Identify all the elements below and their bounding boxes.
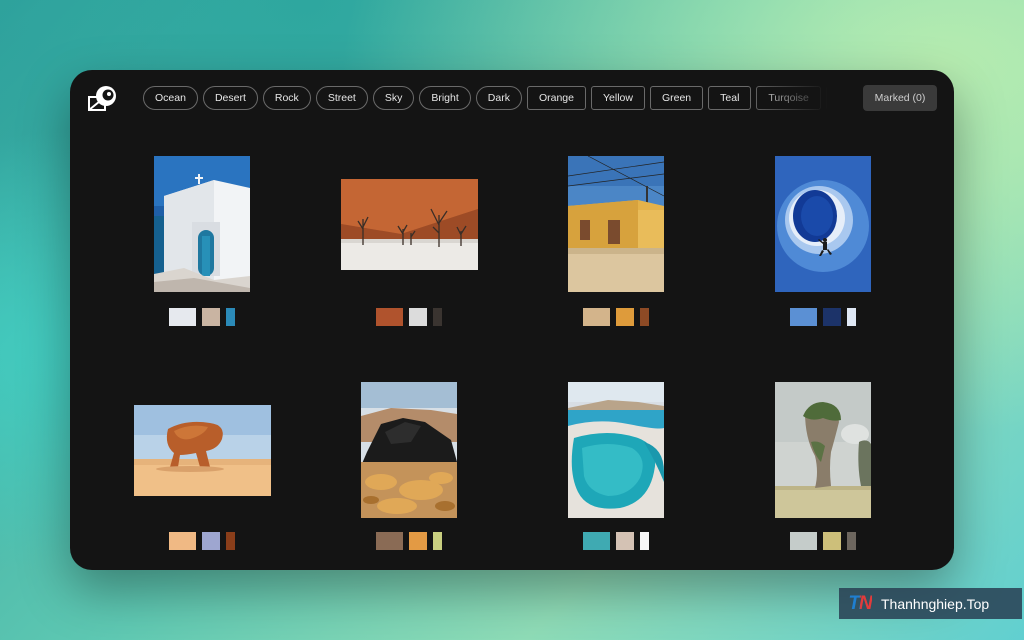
- color-palette: [583, 308, 649, 326]
- color-swatch[interactable]: [640, 532, 649, 550]
- color-palette: [169, 532, 235, 550]
- color-swatch[interactable]: [169, 532, 196, 550]
- tag-bright[interactable]: Bright: [419, 86, 471, 110]
- color-swatch[interactable]: [376, 308, 403, 326]
- tag-orange[interactable]: Orange: [526, 86, 586, 110]
- color-swatch[interactable]: [226, 532, 235, 550]
- marked-button[interactable]: Marked (0): [863, 85, 937, 111]
- toolbar: Ocean Desert Rock Street Sky Bright Dark Orange…: [70, 70, 954, 126]
- tag-green[interactable]: Green: [649, 86, 704, 110]
- photo-thumbnail[interactable]: [568, 382, 664, 518]
- color-palette: [790, 308, 856, 326]
- tag-sky[interactable]: Sky: [372, 86, 415, 110]
- color-swatch[interactable]: [790, 308, 817, 326]
- color-swatch[interactable]: [409, 308, 427, 326]
- color-palette: [790, 532, 856, 550]
- tag-blue[interactable]: Blue: [825, 86, 829, 110]
- watermark-logo: TN: [839, 588, 881, 619]
- photo-thumbnail[interactable]: [361, 382, 457, 518]
- color-swatch[interactable]: [409, 532, 427, 550]
- photo-thumbnail[interactable]: [775, 382, 871, 518]
- tag-yellow[interactable]: Yellow: [590, 86, 645, 110]
- tag-teal[interactable]: Teal: [708, 86, 752, 110]
- color-swatch[interactable]: [790, 532, 817, 550]
- color-swatch[interactable]: [376, 532, 403, 550]
- photo-thumbnail[interactable]: [568, 156, 664, 292]
- camera-lens-logo-icon[interactable]: [88, 84, 118, 112]
- color-swatch[interactable]: [616, 308, 634, 326]
- tag-filter-bar: Ocean Desert Rock Street Sky Bright Dark Orange…: [143, 86, 829, 112]
- color-swatch[interactable]: [616, 532, 634, 550]
- tag-rock[interactable]: Rock: [262, 86, 311, 110]
- tag-street[interactable]: Street: [315, 86, 368, 110]
- photo-thumbnail[interactable]: [154, 156, 250, 292]
- color-swatch[interactable]: [583, 308, 610, 326]
- tag-dark[interactable]: Dark: [475, 86, 522, 110]
- color-swatch[interactable]: [202, 532, 220, 550]
- color-swatch[interactable]: [823, 308, 841, 326]
- photo-thumbnail[interactable]: [133, 404, 271, 496]
- color-swatch[interactable]: [226, 308, 235, 326]
- watermark-text: Thanhnghiep.Top: [881, 595, 990, 612]
- color-swatch[interactable]: [847, 308, 856, 326]
- color-swatch[interactable]: [847, 532, 856, 550]
- tag-turqoise[interactable]: Turqoise: [756, 86, 821, 110]
- color-palette: [583, 532, 649, 550]
- photo-thumbnail[interactable]: [775, 156, 871, 292]
- tag-ocean[interactable]: Ocean: [143, 86, 198, 110]
- app-window: Ocean Desert Rock Street Sky Bright Dark Orange…: [70, 70, 954, 570]
- color-palette: [169, 308, 235, 326]
- color-palette: [376, 532, 442, 550]
- color-palette: [376, 308, 442, 326]
- color-swatch[interactable]: [823, 532, 841, 550]
- color-swatch[interactable]: [202, 308, 220, 326]
- color-swatch[interactable]: [433, 308, 442, 326]
- watermark-logo-text: TN: [848, 592, 872, 614]
- color-swatch[interactable]: [433, 532, 442, 550]
- watermark: TN Thanhnghiep.Top: [839, 588, 1022, 619]
- color-swatch[interactable]: [583, 532, 610, 550]
- photo-thumbnail[interactable]: [340, 178, 478, 270]
- tag-desert[interactable]: Desert: [202, 86, 258, 110]
- color-swatch[interactable]: [169, 308, 196, 326]
- color-swatch[interactable]: [640, 308, 649, 326]
